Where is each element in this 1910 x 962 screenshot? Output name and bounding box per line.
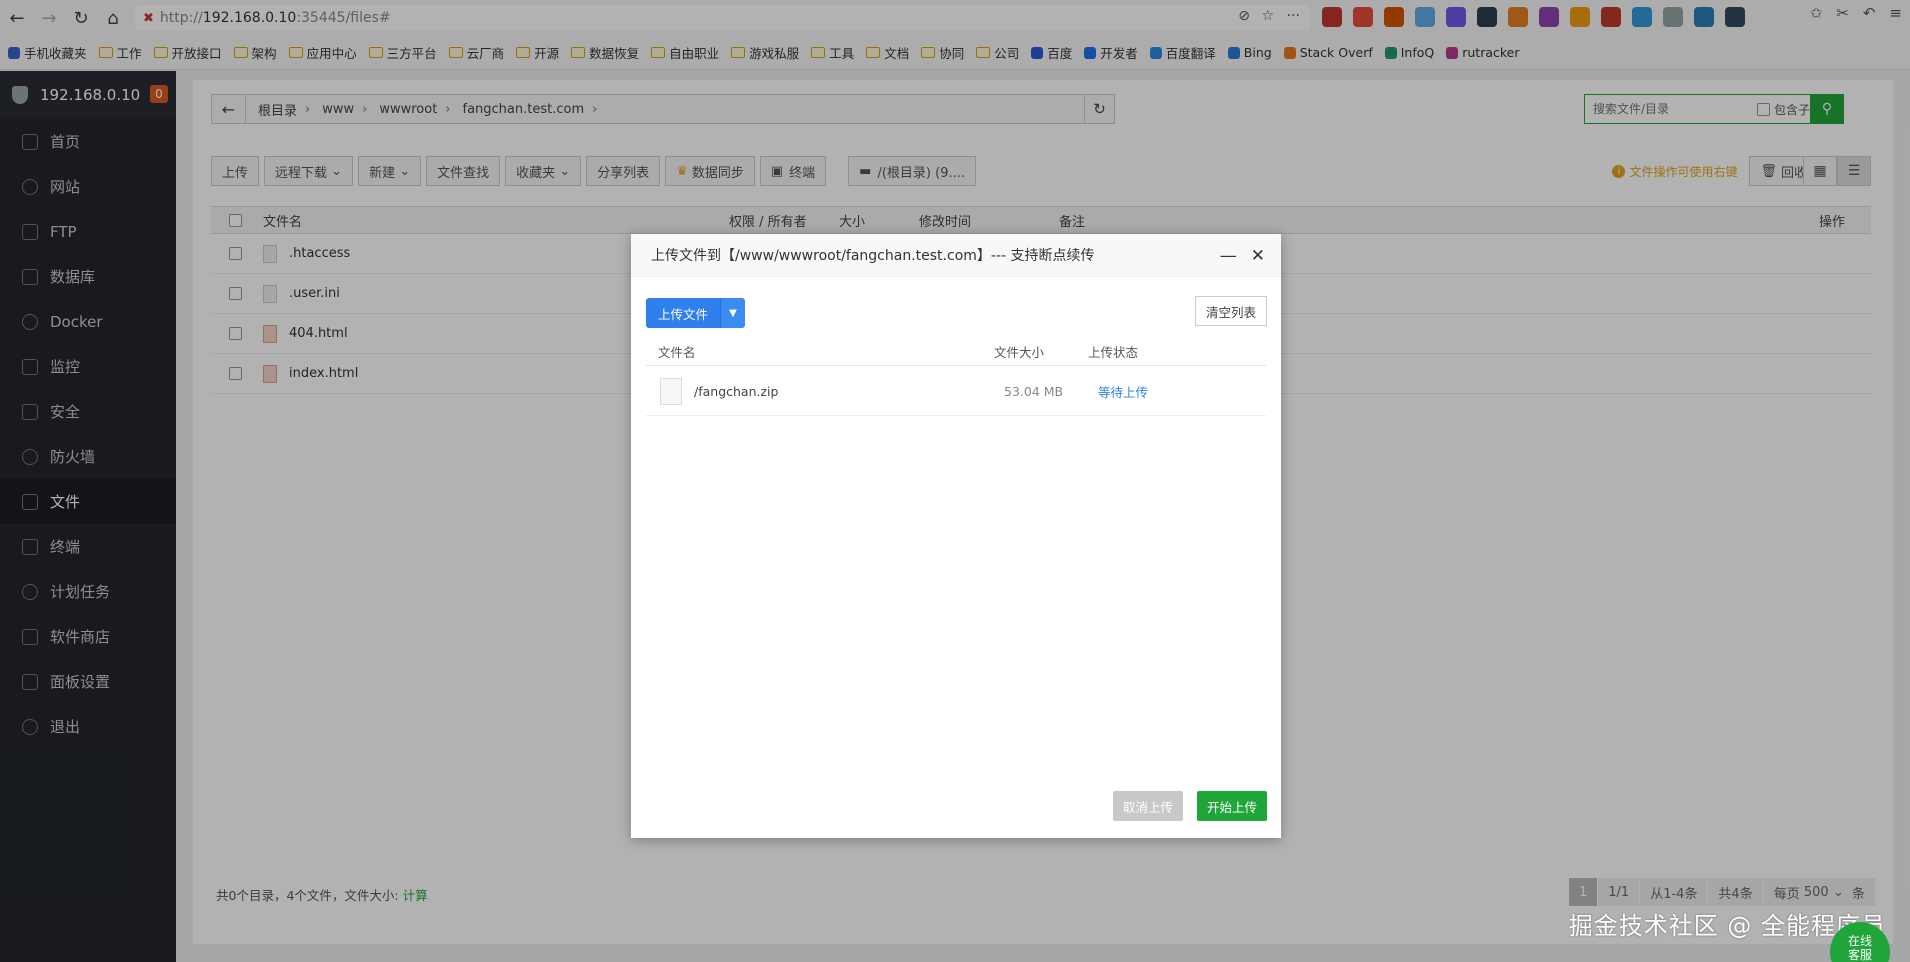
caret-down-icon[interactable]: ▼	[720, 298, 746, 328]
dialog-footer: 取消上传 开始上传	[1112, 791, 1267, 821]
up-col-size: 文件大小	[994, 345, 1045, 360]
clear-list-button[interactable]: 清空列表	[1194, 296, 1267, 326]
upload-file-main[interactable]: 上传文件	[646, 298, 721, 328]
start-upload-button[interactable]: 开始上传	[1196, 791, 1267, 821]
close-icon[interactable]: ✕	[1251, 246, 1265, 266]
upload-file-size: 53.04 MB	[1004, 384, 1064, 399]
upload-file-status: 等待上传	[1098, 385, 1149, 400]
online-line2: 客服	[1847, 948, 1872, 962]
online-line1: 在线	[1847, 934, 1872, 948]
dialog-controls: — ✕	[1220, 246, 1265, 266]
cancel-upload-button[interactable]: 取消上传	[1112, 791, 1183, 821]
upload-file-name: /fangchan.zip	[694, 384, 779, 399]
up-col-name: 文件名	[658, 345, 696, 360]
minimize-icon[interactable]: —	[1220, 246, 1237, 266]
dialog-title: 上传文件到【/www/wwwroot/fangchan.test.com】---…	[631, 234, 1281, 277]
file-icon	[660, 378, 682, 405]
up-col-status: 上传状态	[1088, 345, 1139, 360]
upload-list-header: 文件名 文件大小 上传状态	[646, 338, 1266, 366]
upload-list-item: /fangchan.zip 53.04 MB 等待上传	[646, 368, 1266, 416]
upload-file-button: 上传文件 ▼	[646, 298, 746, 328]
upload-dialog: 上传文件到【/www/wwwroot/fangchan.test.com】---…	[631, 234, 1281, 838]
